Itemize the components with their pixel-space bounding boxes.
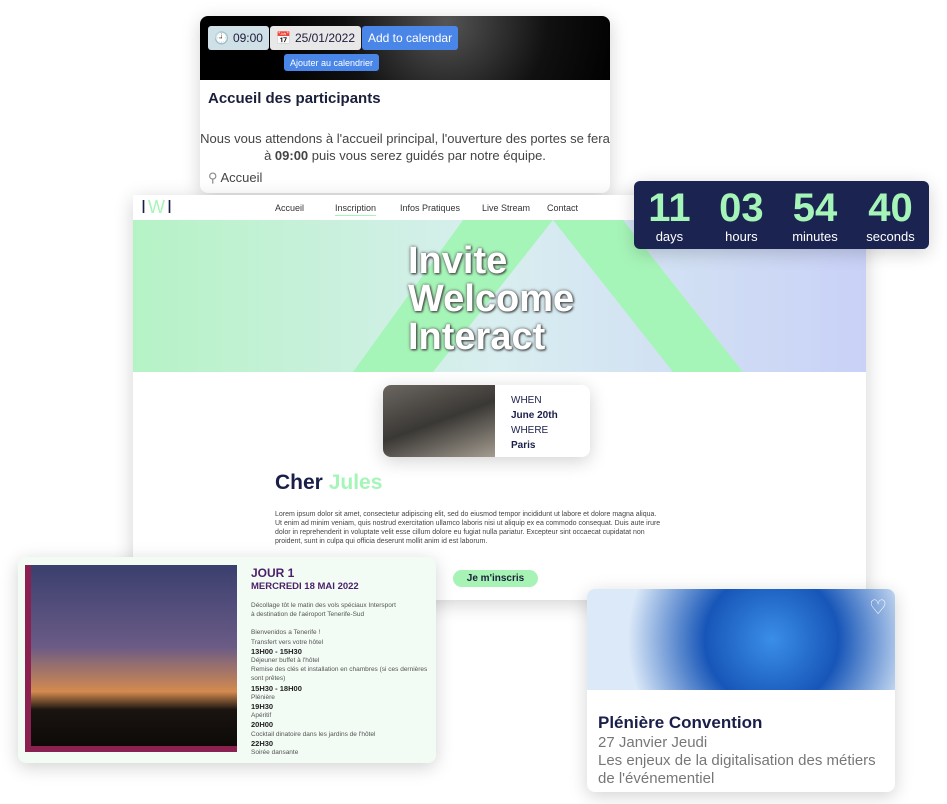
- add-to-calendar-button[interactable]: Add to calendar: [362, 26, 459, 50]
- session-card: 🕘 09:00 📅 25/01/2022 Add to calendar Ajout…: [200, 16, 610, 193]
- nav-inscription[interactable]: Inscription: [335, 203, 400, 213]
- countdown-days: 11 days: [648, 185, 691, 244]
- ajouter-calendrier-button[interactable]: Ajouter au calendrier: [284, 54, 380, 71]
- heart-icon[interactable]: ♡: [869, 595, 887, 620]
- plenary-title: Plénière Convention: [598, 713, 763, 732]
- day-date: MERCREDI 18 MAI 2022: [251, 581, 359, 592]
- schedule-time: 22H30: [251, 738, 274, 748]
- countdown-timer: 11 days 03 hours 54 minutes 40 seconds: [634, 181, 929, 249]
- countdown-seconds: 40 seconds: [866, 185, 915, 244]
- schedule-item: Apéritif: [251, 712, 272, 720]
- day-program-card: JOUR 1 MERCREDI 18 MAI 2022 Décollage tô…: [18, 557, 436, 763]
- session-description: Nous vous attendons à l'accueil principa…: [200, 131, 610, 163]
- schedule-time: 13H00 - 15H30: [251, 646, 302, 656]
- schedule-item: Soirée dansante: [251, 749, 299, 757]
- session-title: Accueil des participants: [208, 90, 381, 107]
- schedule-time: 20H00: [251, 720, 274, 730]
- day-title: JOUR 1: [251, 566, 295, 580]
- day-schedule: Bienvenidos a Tenerife ! Transfert vers v…: [251, 628, 436, 757]
- nav-contact[interactable]: Contact: [547, 203, 597, 213]
- session-location: ⚲ Accueil: [208, 170, 263, 185]
- tenerife-image: [25, 565, 237, 752]
- plenary-image: [587, 589, 895, 690]
- venue-image: [383, 385, 495, 457]
- time-badge: 🕘 09:00: [208, 26, 269, 50]
- calendar-icon: 📅: [276, 31, 291, 45]
- logo[interactable]: IWI: [133, 197, 275, 218]
- plenary-date: 27 Janvier Jeudi: [598, 734, 708, 751]
- schedule-item: Cocktail dinatoire dans les jardins de l…: [251, 730, 376, 738]
- schedule-item: Plénière: [251, 693, 275, 701]
- plenary-subtitle: Les enjeux de la digitalisation des méti…: [598, 752, 876, 787]
- register-button[interactable]: Je m'inscris: [453, 570, 538, 587]
- greeting: Cher Jules: [275, 471, 383, 494]
- schedule-item: Transfert vers votre hôtel: [251, 638, 324, 646]
- intro-text: Lorem ipsum dolor sit amet, consectetur …: [275, 511, 661, 545]
- schedule-item: Remise des clés et installation en chamb…: [251, 666, 428, 683]
- date-badge: 📅 25/01/2022: [270, 26, 362, 50]
- schedule-time: 15H30 - 18H00: [251, 683, 302, 693]
- location-pin-icon: ⚲: [208, 170, 218, 185]
- nav-accueil[interactable]: Accueil: [275, 203, 335, 213]
- event-info-card: WHEN June 20th WHERE Paris: [383, 385, 590, 457]
- schedule-item: Bienvenidos a Tenerife !: [251, 629, 321, 637]
- schedule-item: Déjeuner buffet à l'hôtel: [251, 657, 320, 665]
- nav-infos-pratiques[interactable]: Infos Pratiques: [400, 203, 482, 213]
- plenary-card: ♡ Plénière Convention 27 Janvier Jeudi Le…: [587, 589, 895, 792]
- hero-title: Invite Welcome Interact: [408, 240, 575, 358]
- countdown-hours: 03 hours: [719, 185, 764, 244]
- nav-live-stream[interactable]: Live Stream: [482, 203, 547, 213]
- clock-icon: 🕘: [214, 31, 229, 45]
- event-website: IWI Accueil Inscription Infos Pratiques Liv…: [133, 195, 866, 600]
- countdown-minutes: 54 minutes: [792, 185, 838, 244]
- schedule-time: 19H30: [251, 702, 274, 712]
